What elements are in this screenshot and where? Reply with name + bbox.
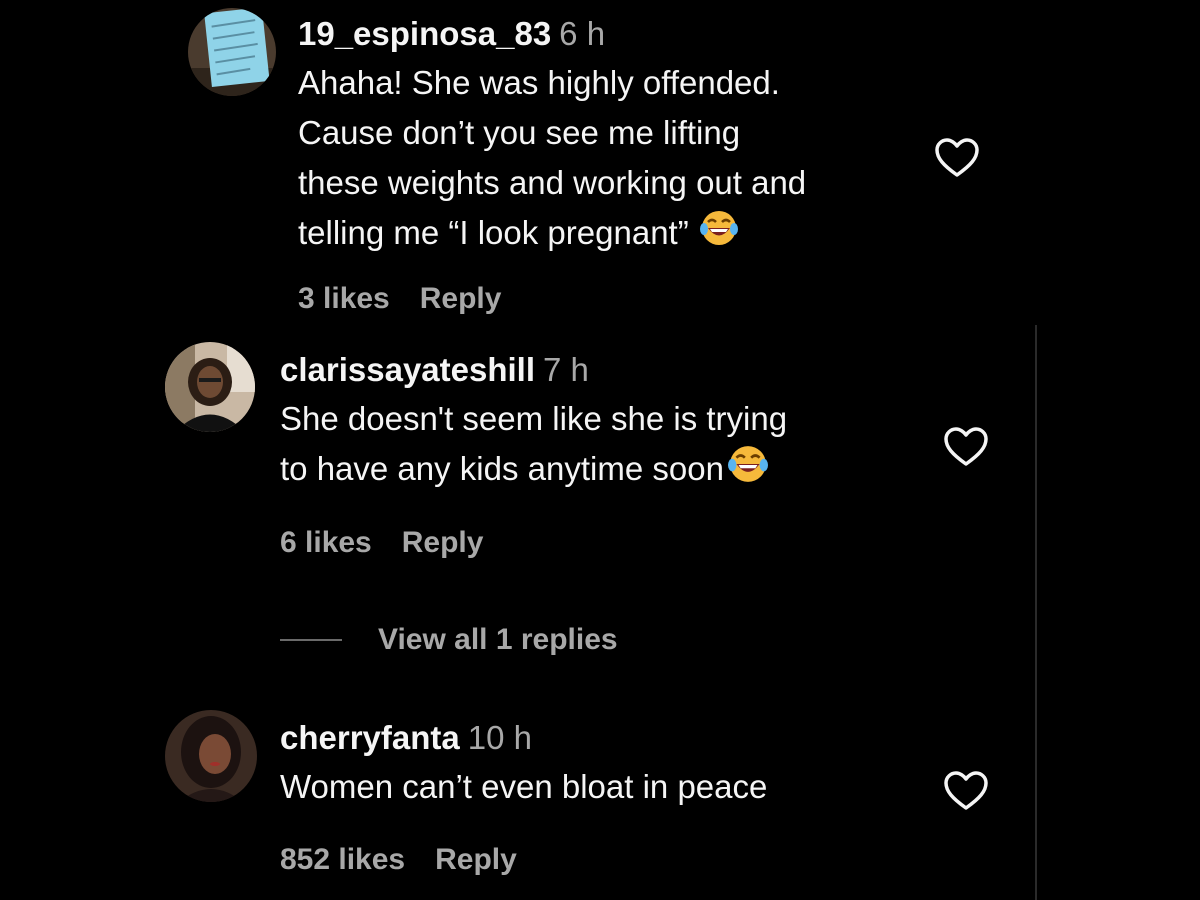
- comment-meta: 852 likes Reply: [280, 843, 517, 877]
- comment-text-line: Women can’t even bloat in peace: [280, 768, 768, 805]
- comment-cherryfanta: cherryfanta 10 h Women can’t even bloat i…: [0, 700, 1200, 900]
- timestamp: 10 h: [467, 719, 532, 756]
- username[interactable]: cherryfanta: [280, 719, 460, 756]
- reply-button[interactable]: Reply: [435, 843, 517, 876]
- comment-meta: 6 likes Reply: [280, 526, 483, 560]
- likes-count[interactable]: 3 likes: [298, 282, 390, 315]
- comment-text-line: these weights and working out and: [298, 164, 807, 201]
- likes-count[interactable]: 852 likes: [280, 843, 405, 876]
- comment-text-line: telling me “I look pregnant”: [298, 208, 806, 261]
- timestamp: 7 h: [543, 351, 589, 388]
- heart-outline-icon[interactable]: [934, 137, 980, 179]
- comment-meta: 3 likes Reply: [298, 282, 501, 316]
- comment-text-line: Ahaha! She was highly offended.: [298, 64, 780, 101]
- avatar[interactable]: [165, 342, 255, 432]
- reply-button[interactable]: Reply: [402, 526, 484, 559]
- username[interactable]: clarissayateshill: [280, 351, 535, 388]
- heart-outline-icon[interactable]: [943, 770, 989, 812]
- comment-body: clarissayateshill 7 h She doesn't seem li…: [280, 350, 787, 498]
- laughing-tears-emoji: [726, 444, 770, 498]
- comment-header: clarissayateshill 7 h: [280, 350, 787, 390]
- view-replies-label: View all 1 replies: [378, 623, 618, 656]
- likes-count[interactable]: 6 likes: [280, 526, 372, 559]
- heart-outline-icon[interactable]: [943, 426, 989, 468]
- avatar[interactable]: [165, 710, 257, 802]
- comment-19-espinosa-83: 19_espinosa_83 6 h Ahaha! She was highly …: [0, 0, 1200, 330]
- comment-header: 19_espinosa_83 6 h: [298, 14, 806, 54]
- replies-divider: [280, 639, 342, 641]
- laughing-tears-emoji: [699, 209, 739, 261]
- username[interactable]: 19_espinosa_83: [298, 15, 551, 52]
- comment-text-line: Cause don’t you see me lifting: [298, 114, 741, 151]
- comment-clarissayateshill: clarissayateshill 7 h She doesn't seem li…: [0, 330, 1200, 620]
- comment-text: She doesn't seem like she is trying to h…: [280, 394, 787, 498]
- reply-button[interactable]: Reply: [420, 282, 502, 315]
- comment-text: Ahaha! She was highly offended. Cause do…: [298, 58, 806, 261]
- timestamp: 6 h: [559, 15, 606, 52]
- comment-text-line: to have any kids anytime soon: [280, 444, 787, 498]
- comment-body: cherryfanta 10 h Women can’t even bloat i…: [280, 718, 767, 812]
- view-replies-button[interactable]: View all 1 replies: [280, 618, 618, 662]
- comment-text-line: She doesn't seem like she is trying: [280, 400, 788, 437]
- comment-header: cherryfanta 10 h: [280, 718, 767, 758]
- comment-text: Women can’t even bloat in peace: [280, 762, 767, 812]
- comment-body: 19_espinosa_83 6 h Ahaha! She was highly …: [298, 14, 806, 261]
- avatar[interactable]: [188, 8, 276, 96]
